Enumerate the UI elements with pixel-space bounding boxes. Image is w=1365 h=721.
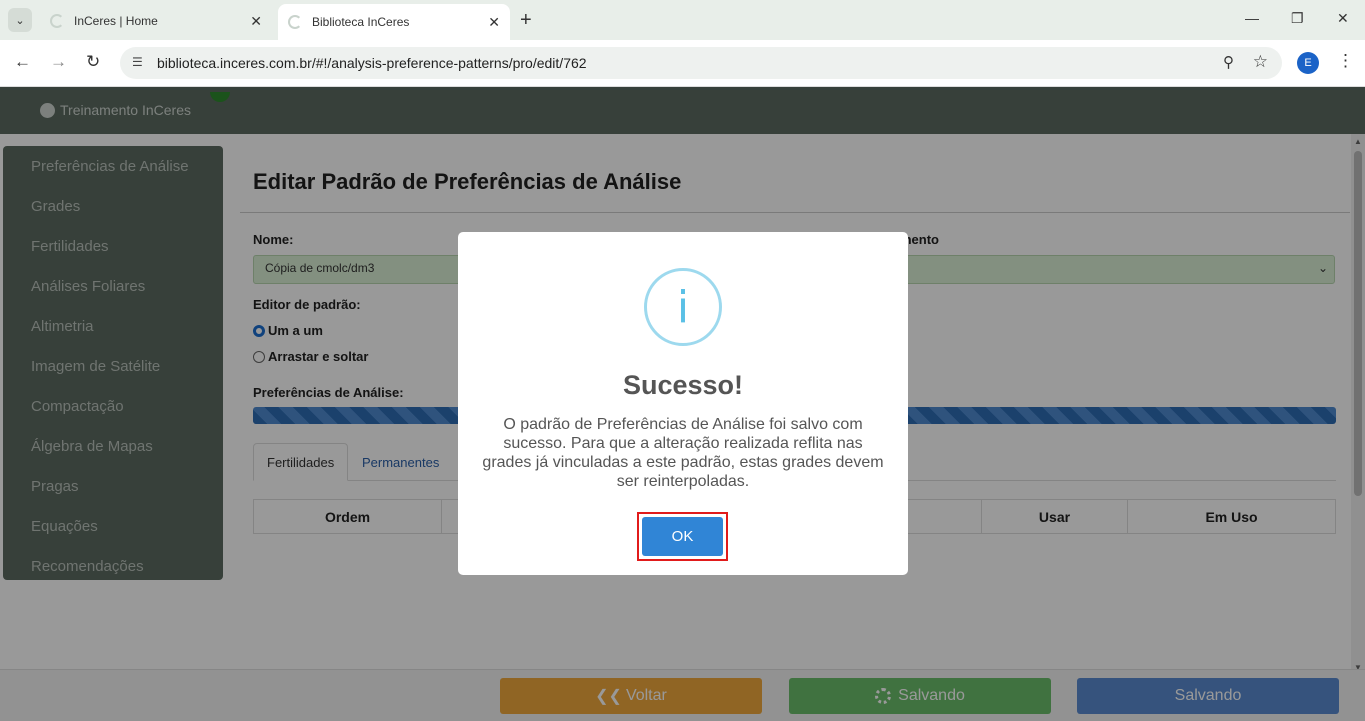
loading-favicon-icon <box>50 14 64 28</box>
loading-favicon-icon <box>288 15 302 29</box>
success-dialog: i Sucesso! O padrão de Preferências de A… <box>458 232 908 575</box>
restore-icon[interactable]: ❐ <box>1291 10 1304 27</box>
url-text[interactable]: biblioteca.inceres.com.br/#!/analysis-pr… <box>157 55 587 71</box>
ok-button[interactable]: OK <box>642 517 723 556</box>
close-icon[interactable]: ✕ <box>488 14 500 31</box>
dialog-title: Sucesso! <box>622 370 744 400</box>
zoom-icon[interactable]: ⚲ <box>1223 53 1234 71</box>
tab-search-button[interactable]: ⌄ <box>8 8 32 32</box>
browser-menu-icon[interactable]: ⋮ <box>1337 51 1354 71</box>
profile-avatar[interactable]: E <box>1297 52 1319 74</box>
browser-tab-home[interactable]: InCeres | Home ✕ <box>40 6 272 36</box>
close-icon[interactable]: ✕ <box>250 13 262 30</box>
omnibox[interactable]: ☰ biblioteca.inceres.com.br/#!/analysis-… <box>120 47 1282 79</box>
dialog-message: O padrão de Preferências de Análise foi … <box>482 416 884 490</box>
tab-title: InCeres | Home <box>74 14 158 28</box>
site-settings-icon[interactable]: ☰ <box>132 55 143 69</box>
reload-icon[interactable]: ↻ <box>86 52 100 72</box>
tab-title: Biblioteca InCeres <box>312 15 410 29</box>
bookmark-star-icon[interactable]: ☆ <box>1253 52 1268 72</box>
browser-tab-biblioteca[interactable]: Biblioteca InCeres ✕ <box>278 4 510 40</box>
address-bar: ← → ↻ ☰ biblioteca.inceres.com.br/#!/ana… <box>0 40 1365 87</box>
new-tab-plus-icon[interactable]: + <box>520 9 532 32</box>
back-arrow-icon[interactable]: ← <box>14 52 31 72</box>
chevron-down-icon: ⌄ <box>15 14 25 27</box>
info-icon: i <box>644 268 722 346</box>
window-close-icon[interactable]: ✕ <box>1337 10 1349 27</box>
minimize-icon[interactable]: — <box>1245 10 1259 26</box>
forward-arrow-icon[interactable]: → <box>50 52 67 72</box>
browser-tabstrip: ⌄ InCeres | Home ✕ Biblioteca InCeres ✕ … <box>0 0 1365 40</box>
